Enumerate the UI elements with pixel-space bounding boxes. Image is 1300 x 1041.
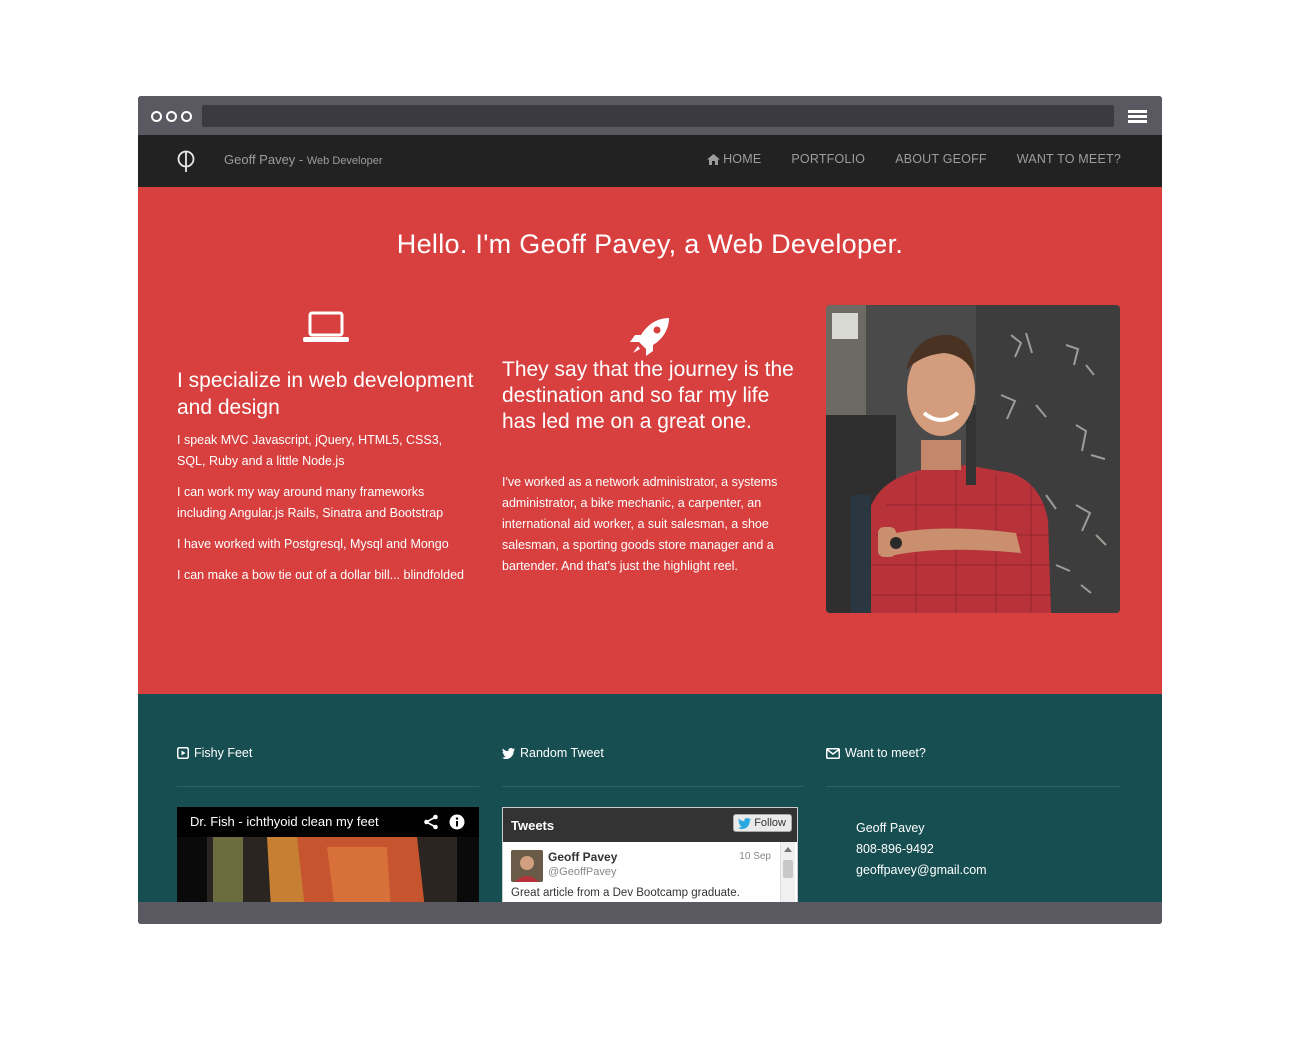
video-title[interactable]: Dr. Fish - ichthyoid clean my feet xyxy=(190,814,379,829)
tweet-scrollbar[interactable] xyxy=(780,842,795,902)
skills-heading: I specialize in web development and desi… xyxy=(177,369,474,419)
contact-info: Geoff Pavey 808-896-9492 geoffpavey@gmai… xyxy=(856,818,987,881)
address-bar[interactable] xyxy=(202,105,1114,127)
avatar[interactable] xyxy=(511,850,543,882)
journey-heading: They say that the journey is the destina… xyxy=(502,358,794,433)
video-heading: Fishy Feet xyxy=(177,746,252,760)
window-dot[interactable] xyxy=(181,111,192,122)
twitter-widget: Tweets Follow Geoff Pavey @GeoffPavey 10… xyxy=(502,807,798,902)
browser-bottom-bar xyxy=(138,902,1162,924)
skills-list: I speak MVC Javascript, jQuery, HTML5, C… xyxy=(177,430,472,596)
twitter-bird-icon xyxy=(738,817,752,829)
skills-paragraph: I can work my way around many frameworks… xyxy=(177,485,444,520)
contact-heading-label: Want to meet? xyxy=(845,746,926,760)
hero-section: Hello. I'm Geoff Pavey, a Web Developer.… xyxy=(138,187,1162,694)
nav-about-geoff[interactable]: ABOUT GEOFF xyxy=(895,152,987,166)
nav-want-to-meet[interactable]: WANT TO MEET? xyxy=(1017,152,1121,166)
hamburger-menu-icon[interactable] xyxy=(1128,110,1147,123)
scrollbar-thumb[interactable] xyxy=(783,860,793,878)
tweet-heading-label: Random Tweet xyxy=(520,746,604,760)
divider xyxy=(502,786,804,787)
brand-subtitle: Web Developer xyxy=(306,155,383,167)
home-icon xyxy=(707,153,721,165)
site-navbar: Geoff Pavey - Web Developer HOME PORTFOL… xyxy=(138,135,1162,188)
video-player[interactable]: Dr. Fish - ichthyoid clean my feet xyxy=(177,807,479,902)
divider xyxy=(826,786,1120,787)
footer-section: Fishy Feet Dr. Fish - ichthyoid clean my… xyxy=(138,694,1162,902)
browser-frame: Geoff Pavey - Web Developer HOME PORTFOL… xyxy=(138,96,1162,924)
tweet-date[interactable]: 10 Sep xyxy=(739,851,771,862)
profile-photo-image xyxy=(826,305,1120,613)
contact-heading: Want to meet? xyxy=(826,746,926,760)
nav-home-label: HOME xyxy=(723,152,762,166)
divider xyxy=(177,786,479,787)
rocket-icon xyxy=(630,318,669,356)
video-heading-label: Fishy Feet xyxy=(194,746,253,760)
nav-portfolio[interactable]: PORTFOLIO xyxy=(791,152,865,166)
logo-icon[interactable] xyxy=(176,149,196,173)
scroll-up-icon[interactable] xyxy=(781,844,795,856)
skills-paragraph: I can make a bow tie out of a dollar bil… xyxy=(177,568,464,582)
laptop-icon xyxy=(303,311,349,342)
skills-paragraph: I have worked with Postgresql, Mysql and… xyxy=(177,537,449,551)
contact-phone[interactable]: 808-896-9492 xyxy=(856,839,987,860)
contact-email[interactable]: geoffpavey@gmail.com xyxy=(856,860,987,881)
hero-title: Hello. I'm Geoff Pavey, a Web Developer. xyxy=(396,229,904,259)
tweet-heading: Random Tweet xyxy=(502,746,604,760)
skills-paragraph: I speak MVC Javascript, jQuery, HTML5, C… xyxy=(177,433,443,468)
info-icon[interactable] xyxy=(449,814,465,830)
follow-button-label: Follow xyxy=(754,817,786,829)
play-icon xyxy=(177,747,189,759)
tweet-text: Great article from a Dev Bootcamp gradua… xyxy=(511,887,740,899)
site-brand[interactable]: Geoff Pavey - Web Developer xyxy=(224,152,383,167)
page-viewport: Geoff Pavey - Web Developer HOME PORTFOL… xyxy=(138,135,1162,902)
contact-name: Geoff Pavey xyxy=(856,821,925,835)
brand-name: Geoff Pavey - xyxy=(224,152,304,167)
nav-menu: HOME PORTFOLIO ABOUT GEOFF WANT TO MEET? xyxy=(707,152,1121,166)
profile-photo xyxy=(826,305,1120,613)
window-dot[interactable] xyxy=(151,111,162,122)
twitter-widget-title: Tweets xyxy=(511,818,555,833)
share-icon[interactable] xyxy=(423,814,439,830)
follow-button[interactable]: Follow xyxy=(733,814,792,832)
tweet-author-name[interactable]: Geoff Pavey xyxy=(548,850,617,864)
envelope-icon xyxy=(826,747,840,759)
tweet-author-handle[interactable]: @GeoffPavey xyxy=(548,866,616,878)
twitter-widget-header: Tweets Follow xyxy=(503,808,797,842)
tweet-item: Geoff Pavey @GeoffPavey 10 Sep Great art… xyxy=(503,842,795,902)
journey-paragraph: I've worked as a network administrator, … xyxy=(502,475,778,573)
browser-toolbar xyxy=(138,96,1162,135)
nav-home[interactable]: HOME xyxy=(707,152,761,166)
twitter-icon xyxy=(502,747,515,759)
window-controls[interactable] xyxy=(151,111,192,122)
window-dot[interactable] xyxy=(166,111,177,122)
